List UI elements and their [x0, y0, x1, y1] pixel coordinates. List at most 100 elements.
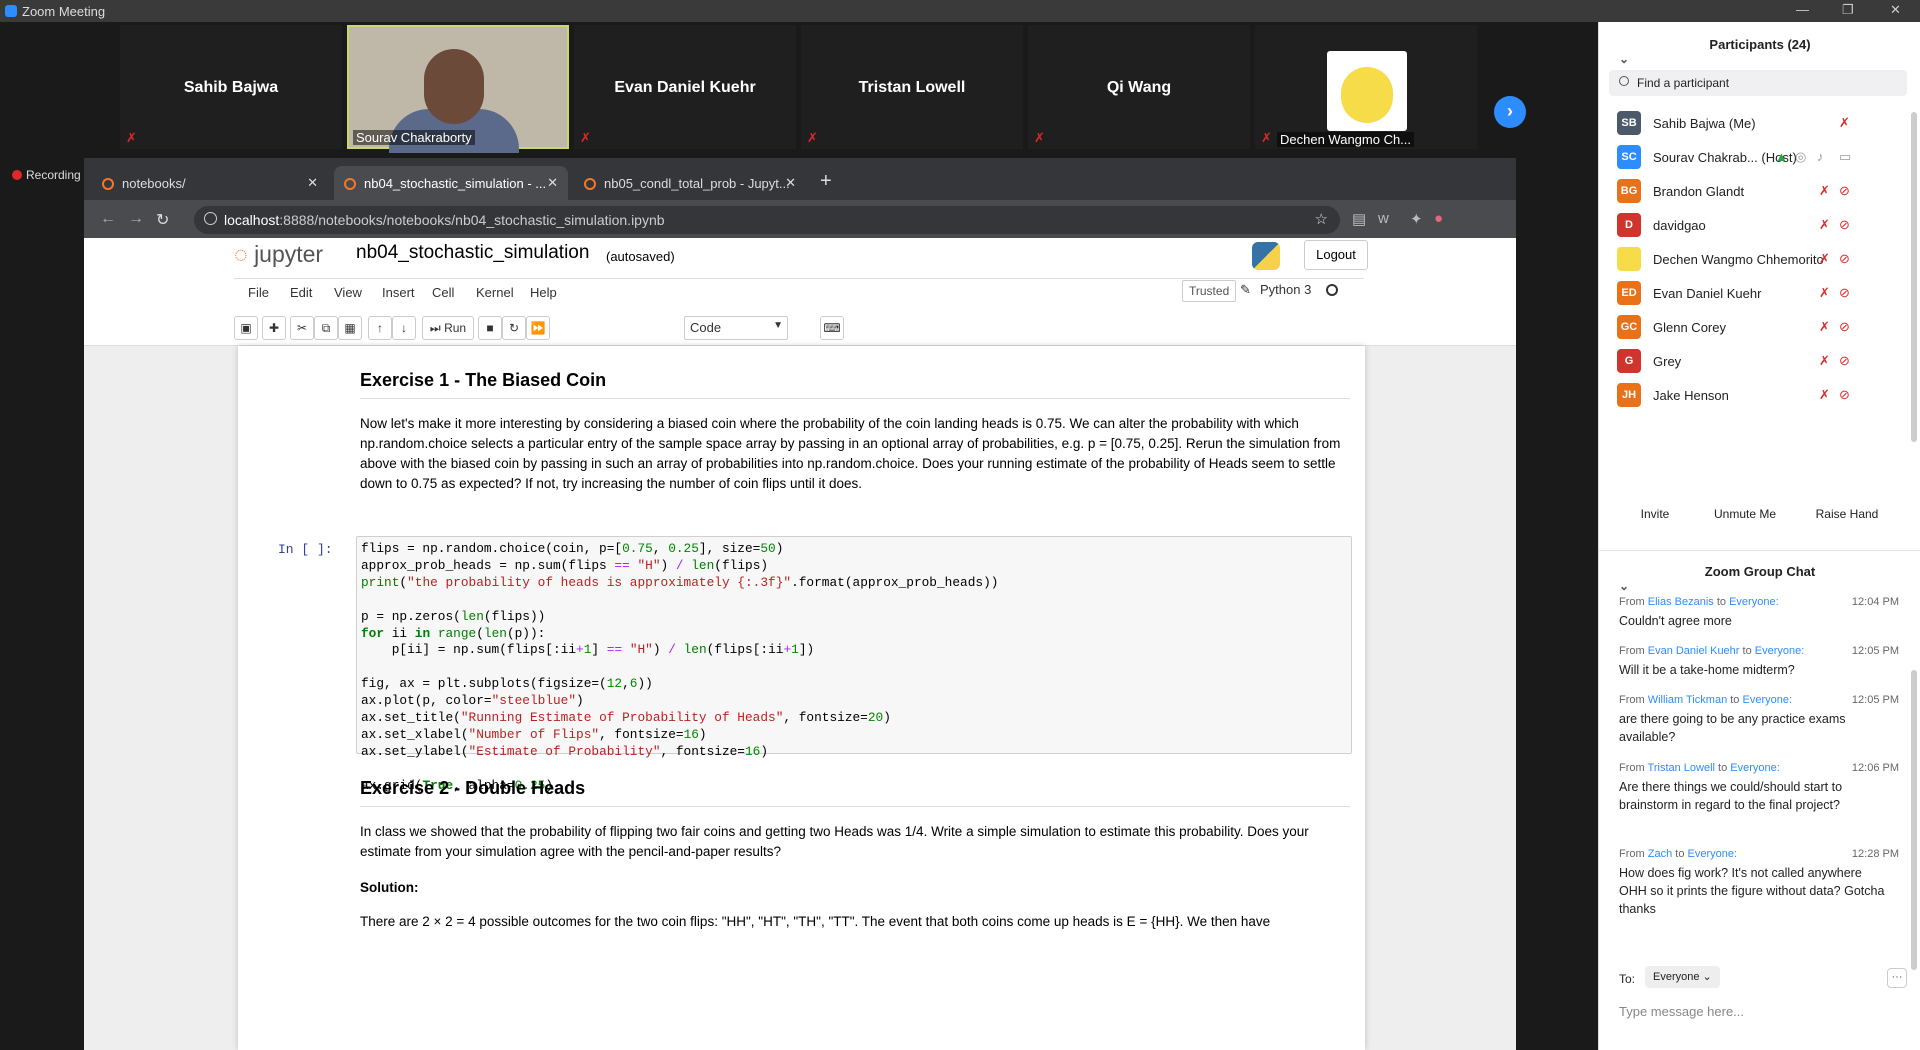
- site-info-icon[interactable]: [204, 212, 217, 225]
- new-tab-plus-icon[interactable]: +: [820, 170, 832, 193]
- restart-run-all-icon[interactable]: ⏩: [526, 316, 550, 340]
- muted-mic-icon[interactable]: ✗: [1819, 353, 1830, 369]
- cell-type-select[interactable]: Code ▼: [684, 316, 788, 340]
- python-logo-icon: [1252, 242, 1280, 270]
- recipient-select[interactable]: Everyone ⌄: [1645, 966, 1720, 988]
- restore-icon[interactable]: ❐: [1842, 2, 1854, 18]
- video-off-icon[interactable]: ⊘: [1839, 183, 1850, 199]
- recipient: Everyone:: [1754, 645, 1805, 657]
- more-options-icon[interactable]: ···: [1887, 968, 1907, 988]
- menu-view[interactable]: View: [334, 285, 362, 300]
- video-tile[interactable]: Sahib Bajwa ✗: [120, 25, 342, 149]
- video-off-icon[interactable]: ⊘: [1839, 353, 1850, 369]
- bookmark-star-icon[interactable]: ☆: [1315, 210, 1328, 228]
- video-off-icon[interactable]: ⊘: [1839, 319, 1850, 335]
- sender-name[interactable]: William Tickman: [1648, 694, 1727, 706]
- close-icon[interactable]: ✕: [1890, 2, 1901, 18]
- window-title: Zoom Meeting: [22, 4, 106, 19]
- reload-icon[interactable]: ↻: [156, 210, 169, 230]
- video-off-icon[interactable]: ⊘: [1839, 285, 1850, 301]
- menu-edit[interactable]: Edit: [290, 285, 312, 300]
- from-word: From: [1619, 645, 1645, 657]
- muted-mic-icon: ✗: [126, 130, 137, 145]
- avatar: D: [1617, 213, 1641, 237]
- move-up-arrow-icon[interactable]: ↑: [368, 316, 392, 340]
- url-input[interactable]: localhost:8888/notebooks/notebooks/nb04_…: [194, 206, 1340, 234]
- menu-help[interactable]: Help: [530, 285, 557, 300]
- sender-name[interactable]: Evan Daniel Kuehr: [1648, 645, 1740, 657]
- muted-mic-icon[interactable]: ✗: [1819, 387, 1830, 403]
- extension-icon[interactable]: w: [1378, 210, 1389, 227]
- edit-pencil-icon[interactable]: ✎: [1240, 282, 1251, 298]
- chat-title: Zoom Group Chat: [1704, 564, 1816, 579]
- invite-button[interactable]: Invite: [1627, 500, 1683, 528]
- move-down-arrow-icon[interactable]: ↓: [392, 316, 416, 340]
- jupyter-tab-icon: [584, 178, 596, 190]
- forward-arrow-icon[interactable]: →: [128, 210, 144, 228]
- extension-puzzle-icon[interactable]: ✦: [1410, 210, 1423, 228]
- menu-cell[interactable]: Cell: [432, 285, 454, 300]
- sender-name[interactable]: Zach: [1648, 848, 1672, 860]
- video-tile[interactable]: Tristan Lowell ✗: [801, 25, 1023, 149]
- video-tile[interactable]: Qi Wang ✗: [1028, 25, 1250, 149]
- chat-message-input[interactable]: Type message here...: [1619, 1004, 1744, 1019]
- video-off-icon[interactable]: ⊘: [1839, 251, 1850, 267]
- notebook-name[interactable]: nb04_stochastic_simulation: [356, 242, 589, 264]
- jupyter-logo[interactable]: ◌ jupyter: [234, 241, 323, 268]
- keyboard-icon[interactable]: ⌨: [820, 316, 844, 340]
- kernel-idle-indicator-icon: [1326, 284, 1338, 296]
- interrupt-stop-icon[interactable]: ■: [478, 316, 502, 340]
- logout-button[interactable]: Logout: [1304, 240, 1368, 270]
- back-arrow-icon[interactable]: ←: [100, 210, 116, 228]
- paste-icon[interactable]: ▦: [338, 316, 362, 340]
- minimize-icon[interactable]: —: [1796, 2, 1809, 17]
- video-camera-icon[interactable]: ▭: [1839, 149, 1851, 165]
- trusted-badge[interactable]: Trusted: [1182, 280, 1237, 302]
- video-tile-active-speaker[interactable]: Sourav Chakraborty: [347, 25, 569, 153]
- video-tile[interactable]: ✗ Dechen Wangmo Ch...: [1255, 25, 1477, 149]
- muted-mic-icon[interactable]: ✗: [1819, 251, 1830, 267]
- insert-cell-plus-icon[interactable]: ✚: [262, 316, 286, 340]
- close-tab-icon[interactable]: ✕: [547, 175, 558, 191]
- muted-mic-icon[interactable]: ✗: [1819, 183, 1830, 199]
- profile-icon[interactable]: ●: [1434, 210, 1443, 227]
- reader-icon[interactable]: ▤: [1352, 210, 1366, 228]
- video-off-icon[interactable]: ⊘: [1839, 217, 1850, 233]
- cut-scissors-icon[interactable]: ✂: [290, 316, 314, 340]
- close-tab-icon[interactable]: ✕: [785, 175, 796, 191]
- next-page-arrow-icon[interactable]: ›: [1494, 96, 1526, 128]
- muted-mic-icon[interactable]: ✗: [1839, 115, 1850, 131]
- code-editor[interactable]: flips = np.random.choice(coin, p=[0.75, …: [361, 541, 998, 795]
- solution-text: There are 2 × 2 = 4 possible outcomes fo…: [360, 914, 1271, 929]
- close-tab-icon[interactable]: ✕: [307, 175, 318, 191]
- chat-message: From Tristan Lowell to Everyone: 12:06 P…: [1619, 762, 1899, 814]
- raise-hand-button[interactable]: Raise Hand: [1805, 500, 1889, 528]
- muted-mic-icon[interactable]: ✗: [1819, 285, 1830, 301]
- browser-tab[interactable]: nb05_condl_total_prob - Jupyt... ✕: [574, 166, 806, 200]
- chat-scrollbar[interactable]: [1911, 670, 1917, 970]
- unmute-me-button[interactable]: Unmute Me: [1703, 500, 1787, 528]
- exercise-2-heading: Exercise 2 - Double Heads: [360, 778, 586, 798]
- mic-on-icon[interactable]: ♪: [1817, 149, 1824, 164]
- participant-row[interactable]: JH Jake Henson ✗ ⊘: [1599, 374, 1909, 415]
- muted-mic-icon[interactable]: ✗: [1819, 217, 1830, 233]
- video-off-icon[interactable]: ⊘: [1839, 387, 1850, 403]
- participant-name: Sahib Bajwa (Me): [1653, 116, 1756, 131]
- menu-kernel[interactable]: Kernel: [476, 285, 514, 300]
- run-button[interactable]: ⏭ Run: [422, 316, 474, 340]
- participants-scrollbar[interactable]: [1911, 112, 1917, 442]
- menu-file[interactable]: File: [248, 285, 269, 300]
- muted-mic-icon[interactable]: ✗: [1819, 319, 1830, 335]
- copy-icon[interactable]: ⧉: [314, 316, 338, 340]
- code-cell[interactable]: flips = np.random.choice(coin, p=[0.75, …: [356, 536, 1352, 793]
- restart-icon[interactable]: ↻: [502, 316, 526, 340]
- browser-tab[interactable]: notebooks/ ✕: [92, 166, 328, 200]
- sender-name[interactable]: Elias Bezanis: [1648, 596, 1714, 608]
- video-tile[interactable]: Evan Daniel Kuehr ✗: [574, 25, 796, 149]
- participant-search-input[interactable]: Find a participant: [1609, 70, 1907, 96]
- menu-insert[interactable]: Insert: [382, 285, 415, 300]
- save-icon[interactable]: ▣: [234, 316, 258, 340]
- sender-name[interactable]: Tristan Lowell: [1648, 762, 1715, 774]
- browser-tab-active[interactable]: nb04_stochastic_simulation - ... ✕: [334, 166, 568, 200]
- participants-title: Participants (24): [1709, 37, 1811, 52]
